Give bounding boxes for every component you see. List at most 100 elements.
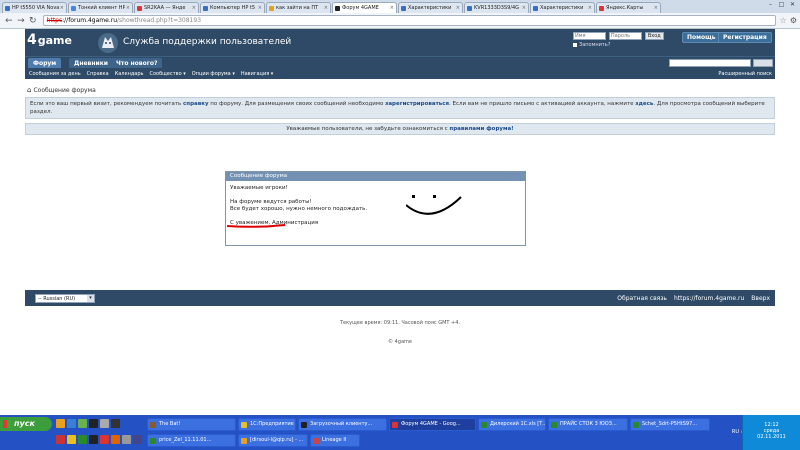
taskbar-window-button[interactable]: The Bat! <box>147 418 236 431</box>
tab-close-icon[interactable]: × <box>126 5 130 11</box>
quicklaunch-icon[interactable] <box>78 435 87 444</box>
clock-date: 02.11.2011 <box>757 434 786 440</box>
browser-tab[interactable]: SR2KAA — Янде × <box>134 2 199 13</box>
taskbar-window-button[interactable]: Загрузочный клиенту... <box>298 418 387 431</box>
browser-tab[interactable]: Характеристики × <box>398 2 463 13</box>
taskbar-window-button[interactable]: Lineage II <box>310 434 360 447</box>
tab-close-icon[interactable]: × <box>588 5 592 11</box>
remember-me[interactable]: Запомнить? <box>573 42 664 48</box>
tab-favicon-icon <box>5 5 10 11</box>
reload-icon[interactable]: ↻ <box>27 15 39 27</box>
subnav-today-posts[interactable]: Сообщения за день <box>29 71 81 77</box>
app-icon <box>633 422 639 428</box>
quicklaunch-icon[interactable] <box>78 419 87 428</box>
wrench-icon[interactable]: ⚙ <box>790 16 797 25</box>
tab-favicon-icon <box>269 5 274 11</box>
maximize-icon[interactable]: □ <box>776 1 787 9</box>
quicklaunch-icon[interactable] <box>100 435 109 444</box>
tab-label: KVR1333D3S9/4G <box>474 5 520 11</box>
subnav-navigation[interactable]: Навигация ▾ <box>241 71 273 77</box>
system-tray: 12:12 среда 02.11.2011 <box>742 415 800 450</box>
quicklaunch-icon[interactable] <box>133 435 142 444</box>
browser-tab[interactable]: KVR1333D3S9/4G × <box>464 2 529 13</box>
home-icon[interactable]: ⌂ <box>27 86 31 94</box>
tab-close-icon[interactable]: × <box>324 5 328 11</box>
input-language[interactable]: RU <box>732 429 739 435</box>
back-icon[interactable]: ← <box>3 15 15 27</box>
site-header: 4 game Служба поддержки пользователей Вх… <box>25 29 775 56</box>
password-input[interactable] <box>608 32 642 40</box>
tab-close-icon[interactable]: × <box>258 5 262 11</box>
tab-close-icon[interactable]: × <box>192 5 196 11</box>
subnav-forum-options[interactable]: Опции форума ▾ <box>192 71 235 77</box>
browser-tab[interactable]: Форум 4GAME × <box>332 2 397 13</box>
site-logo[interactable]: 4 game <box>27 32 72 48</box>
taskbar-window-button[interactable]: price_Zel_11.11.01... <box>147 434 236 447</box>
taskbar-window-button[interactable]: Schet_Sdrt-P5HtS97... <box>630 418 710 431</box>
back-to-top-link[interactable]: Вверх <box>751 295 770 302</box>
tab-close-icon[interactable]: × <box>390 5 394 11</box>
quicklaunch-icon[interactable] <box>56 419 65 428</box>
bookmark-star-icon[interactable]: ☆ <box>780 16 787 25</box>
register-button[interactable]: Регистрация <box>718 32 772 43</box>
browser-tab[interactable]: как зайти на ПТ × <box>266 2 331 13</box>
help-button[interactable]: Помощь <box>682 32 721 43</box>
tab-close-icon[interactable]: × <box>456 5 460 11</box>
language-select[interactable]: -- Russian (RU) ▾ <box>35 294 95 303</box>
forward-icon[interactable]: → <box>15 15 27 27</box>
quicklaunch-icon[interactable] <box>100 419 109 428</box>
taskbar-button-label: [dirsoul-l@qip.ru] - ... <box>250 437 304 443</box>
close-icon[interactable]: ✕ <box>787 1 798 9</box>
search-input[interactable] <box>669 59 751 67</box>
quicklaunch-icon[interactable] <box>122 435 131 444</box>
taskbar-window-button[interactable]: [dirsoul-l@qip.ru] - ... <box>238 434 308 447</box>
rules-announcement: Уважаемые пользователи, не забудьте озна… <box>25 123 775 135</box>
browser-tab[interactable]: Характеристики × <box>530 2 595 13</box>
taskbar-window-button[interactable]: Дилерский 1С.xls [Т... <box>478 418 546 431</box>
app-icon <box>313 438 319 444</box>
register-link[interactable]: зарегистрироваться <box>385 101 449 107</box>
taskbar-window-button[interactable]: ПРАЙС СТОК 3 ЮОЗ... <box>548 418 628 431</box>
help-link[interactable]: справку <box>183 101 209 107</box>
address-bar[interactable]: https ://forum.4game.ru /showthread.php?… <box>42 15 776 26</box>
tab-favicon-icon <box>533 5 538 11</box>
quicklaunch-icon[interactable] <box>89 419 98 428</box>
quicklaunch-icon[interactable] <box>56 435 65 444</box>
site-home-link[interactable]: https://forum.4game.ru <box>674 295 744 302</box>
rules-link[interactable]: правилами форума! <box>449 126 513 132</box>
minimize-icon[interactable]: – <box>765 1 776 9</box>
quicklaunch-icon[interactable] <box>67 435 76 444</box>
search-button[interactable] <box>753 59 773 67</box>
subnav-community[interactable]: Сообщество ▾ <box>149 71 185 77</box>
quicklaunch-icon[interactable] <box>89 435 98 444</box>
browser-tab[interactable]: Тонкий клиент HP × <box>68 2 133 13</box>
tab-close-icon[interactable]: × <box>654 5 658 11</box>
browser-tab-bar: HP t5550 VIA Nova × Тонкий клиент HP × SR2KA… <box>0 0 800 13</box>
tab-close-icon[interactable]: × <box>522 5 526 11</box>
feedback-link[interactable]: Обратная связь <box>617 295 667 302</box>
browser-tab[interactable]: HP t5550 VIA Nova × <box>2 2 67 13</box>
taskbar-window-button[interactable]: Форум 4GAME - Goog... <box>389 418 476 431</box>
quick-launch <box>56 419 122 428</box>
login-button[interactable]: Вход <box>644 32 664 40</box>
activation-link[interactable]: здесь <box>635 101 653 107</box>
tab-favicon-icon <box>71 5 76 11</box>
quicklaunch-icon[interactable] <box>111 419 120 428</box>
tab-favicon-icon <box>401 5 406 11</box>
browser-tab[interactable]: Яндекс.Карты × <box>596 2 661 13</box>
subnav-calendar[interactable]: Календарь <box>115 71 144 77</box>
browser-tab[interactable]: Компьютер HP t5 × <box>200 2 265 13</box>
remember-checkbox[interactable] <box>573 42 577 47</box>
site-title: Служба поддержки пользователей <box>123 37 292 47</box>
login-form: Вход Запомнить? <box>573 32 664 48</box>
tab-close-icon[interactable]: × <box>60 5 64 11</box>
subnav-help[interactable]: Справка <box>87 71 109 77</box>
notice-text-1: Если это ваш первый визит, рекомендуем п… <box>30 101 184 107</box>
forum-navbar: Форум Дневники Что нового? <box>25 56 775 69</box>
start-button[interactable]: пуск <box>0 417 52 431</box>
quicklaunch-icon[interactable] <box>67 419 76 428</box>
quicklaunch-icon[interactable] <box>111 435 120 444</box>
taskbar-window-button[interactable]: 1С:Предприятие - К... <box>238 418 296 431</box>
username-input[interactable] <box>573 32 606 40</box>
advanced-search-link[interactable]: Расширенный поиск <box>718 71 772 77</box>
